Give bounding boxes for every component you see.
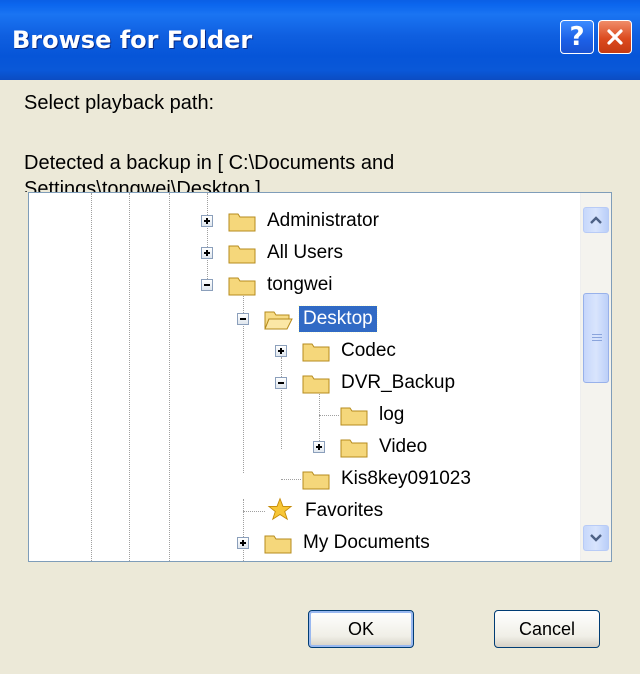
tree-connector [243,511,265,512]
tree-item-label: DVR_Backup [341,372,456,393]
thumb-grip [592,337,602,338]
prompt-label: Select playback path: [24,92,215,114]
tree-item-log[interactable]: log [29,399,408,431]
tree-item-label: tongwei [267,274,333,295]
tree-item-label: Kis8key091023 [341,468,471,489]
tree-item-label: Codec [341,340,396,361]
collapse-icon[interactable] [275,377,287,389]
tree-item-all-users[interactable]: All Users [29,237,347,269]
folder-icon [302,375,330,394]
expand-icon[interactable] [313,441,325,453]
scroll-thumb[interactable] [583,293,609,383]
vertical-scrollbar[interactable] [580,193,611,561]
tree-item-dvr-backup[interactable]: DVR_Backup [29,367,459,399]
tree-item-favorites[interactable]: Favorites [29,495,387,527]
tree-item-label: Video [379,436,428,457]
tree-item-tongwei[interactable]: tongwei [29,269,337,301]
expand-icon[interactable] [201,247,213,259]
close-icon [607,29,623,45]
tree-item-administrator[interactable]: Administrator [29,205,383,237]
expand-icon[interactable] [201,215,213,227]
tree-item-codec[interactable]: Codec [29,335,400,367]
scroll-up-button[interactable] [583,207,609,233]
folder-icon [264,535,292,554]
folder-icon [228,277,256,296]
help-button[interactable]: ? [560,20,594,54]
tree-item-video[interactable]: Video [29,431,431,463]
tree-item-label: My Documents [303,532,430,553]
expand-icon[interactable] [275,345,287,357]
folder-open-icon [264,311,293,330]
collapse-icon[interactable] [201,279,213,291]
expand-icon[interactable] [237,537,249,549]
chevron-down-icon [590,534,602,542]
cancel-button[interactable]: Cancel [494,610,600,648]
tree-connector [319,415,339,416]
folder-icon [302,343,330,362]
title-bar[interactable]: Browse for Folder ? [0,0,640,80]
folder-icon [302,471,330,490]
ok-button[interactable]: OK [308,610,414,648]
close-button[interactable] [598,20,632,54]
browse-for-folder-dialog: Browse for Folder ? Select playback path… [0,0,640,674]
tree-connector [281,479,301,480]
window-title: Browse for Folder [12,26,253,54]
folder-icon [340,407,368,426]
thumb-grip [592,340,602,341]
folder-icon [228,245,256,264]
detected-backup-text: Detected a backup in [ C:\Documents and … [24,152,395,192]
collapse-icon[interactable] [237,313,249,325]
folder-icon [340,439,368,458]
tree-item-my-documents[interactable]: My Documents [29,527,434,559]
tree-item-desktop[interactable]: Desktop [29,303,378,335]
scroll-down-button[interactable] [583,525,609,551]
help-icon: ? [569,22,585,52]
tree-item-label: Desktop [298,305,378,333]
tree-item-kis8key[interactable]: Kis8key091023 [29,463,475,495]
folder-tree[interactable]: Administrator All Users tongwei Desktop … [28,192,612,562]
star-icon [267,497,293,521]
thumb-grip [592,334,602,335]
tree-item-label: All Users [267,242,344,263]
folder-icon [228,213,256,232]
tree-item-label: Administrator [267,210,379,231]
detected-text-container: Detected a backup in [ C:\Documents and … [24,150,584,192]
chevron-up-icon [590,216,602,224]
tree-item-label: Favorites [305,500,384,521]
tree-item-label: log [379,404,405,425]
